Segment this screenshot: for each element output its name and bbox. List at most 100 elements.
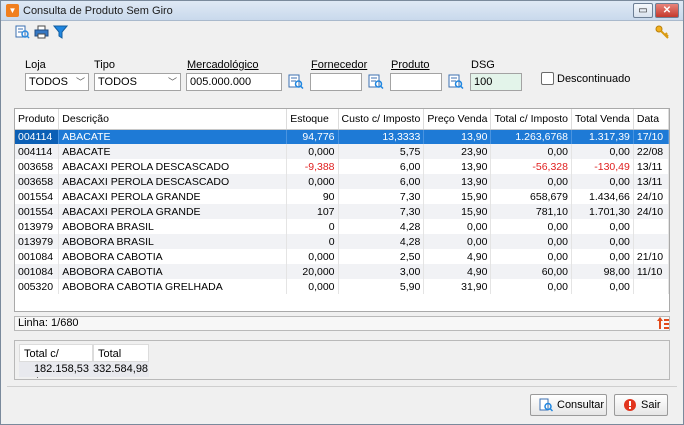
table-cell: 17/10: [633, 129, 669, 144]
loja-label: Loja: [25, 59, 46, 71]
table-row[interactable]: 001554 ABACAXI PEROLA GRANDE 107 7,30 15,90 7…: [15, 204, 669, 219]
print-icon[interactable]: [34, 25, 49, 39]
table-cell: 0,00: [423, 234, 492, 249]
table-cell: [633, 219, 669, 234]
table-cell: 6,00: [338, 174, 425, 189]
key-icon[interactable]: [655, 25, 669, 39]
table-cell: 5,90: [338, 279, 425, 294]
table-row[interactable]: 004114 ABACATE 0,000 5,75 23,90 0,00 0,00 22/08: [15, 144, 669, 159]
table-cell: 0,00: [571, 249, 634, 264]
table-cell: 0,000: [286, 144, 339, 159]
report-search-icon[interactable]: [15, 25, 30, 39]
descontinuado-label: Descontinuado: [557, 73, 631, 85]
sair-label: Sair: [641, 399, 661, 411]
table-cell: 781,10: [490, 204, 572, 219]
table-cell: 0,000: [286, 174, 339, 189]
fornecedor-search-icon[interactable]: [368, 74, 384, 90]
table-cell: 1.701,30: [571, 204, 634, 219]
table-row[interactable]: 003658 ABACAXI PEROLA DESCASCADO 0,000 6,00…: [15, 174, 669, 189]
exit-icon: [624, 399, 636, 411]
table-row[interactable]: 013979 ABOBORA BRASIL 0 4,28 0,00 0,00 0,00: [15, 234, 669, 249]
table-cell: 98,00: [571, 264, 634, 279]
table-cell: ABOBORA BRASIL: [58, 219, 288, 234]
close-button[interactable]: ✕: [655, 3, 679, 18]
table-cell: -130,49: [571, 159, 634, 174]
filter-icon[interactable]: [53, 25, 68, 39]
fornecedor-input[interactable]: [310, 73, 362, 91]
table-row[interactable]: 001084 ABOBORA CABOTIA 20,000 3,00 4,90 60,00…: [15, 264, 669, 279]
consultar-button[interactable]: Consultar: [530, 394, 607, 416]
table-cell: [633, 279, 669, 294]
column-header[interactable]: Estoque: [286, 109, 339, 130]
descontinuado-checkbox[interactable]: [541, 72, 554, 85]
column-header[interactable]: Data: [633, 109, 669, 130]
tipo-select[interactable]: TODOS ﹀: [94, 73, 181, 91]
dsg-input[interactable]: 100: [470, 73, 522, 91]
table-cell: 20,000: [286, 264, 339, 279]
table-cell: -56,328: [490, 159, 572, 174]
mercadologico-label[interactable]: Mercadológico: [187, 59, 259, 71]
column-header[interactable]: Preço Venda: [423, 109, 492, 130]
table-cell: ABOBORA BRASIL: [58, 234, 288, 249]
table-row[interactable]: 005320 ABOBORA CABOTIA GRELHADA 0,000 5,90 3…: [15, 279, 669, 294]
table-cell: ABACATE: [58, 144, 288, 159]
table-cell: 2,50: [338, 249, 425, 264]
table-cell: 90: [286, 189, 339, 204]
main-window: ▼ Consulta de Produto Sem Giro ▭ ✕ Loja …: [0, 0, 684, 425]
produto-label[interactable]: Produto: [391, 59, 430, 71]
table-cell: 001554: [15, 204, 60, 219]
sort-icon[interactable]: [656, 316, 670, 330]
totals-panel: Total c/ Imposto Total Venda 182.158,53 …: [14, 340, 670, 380]
table-cell: 4,90: [423, 264, 492, 279]
sair-button[interactable]: Sair: [614, 394, 668, 416]
mercadologico-input[interactable]: 005.000.000: [186, 73, 282, 91]
table-cell: 0,00: [490, 249, 572, 264]
table-cell: 3,00: [338, 264, 425, 279]
table-cell: 13/11: [633, 159, 669, 174]
produto-input[interactable]: [390, 73, 442, 91]
column-header[interactable]: Total c/ Imposto: [490, 109, 572, 130]
total-imposto-header: Total c/ Imposto: [19, 344, 93, 378]
fornecedor-label[interactable]: Fornecedor: [311, 59, 367, 71]
table-cell: 7,30: [338, 189, 425, 204]
products-grid[interactable]: Produto Descrição Estoque Custo c/ Imposto P…: [14, 108, 670, 312]
produto-search-icon[interactable]: [448, 74, 464, 90]
table-cell: 004114: [15, 129, 60, 144]
table-cell: 1.434,66: [571, 189, 634, 204]
table-cell: 0,00: [423, 219, 492, 234]
products-table: Produto Descrição Estoque Custo c/ Imposto P…: [15, 109, 669, 294]
mercadologico-search-icon[interactable]: [288, 74, 304, 90]
table-cell: 003658: [15, 159, 60, 174]
table-cell: 24/10: [633, 189, 669, 204]
column-header[interactable]: Produto: [15, 109, 60, 130]
table-cell: 005320: [15, 279, 60, 294]
column-header[interactable]: Total Venda: [571, 109, 634, 130]
table-cell: 658,679: [490, 189, 572, 204]
table-row[interactable]: 001084 ABOBORA CABOTIA 0,000 2,50 4,90 0,00 0,…: [15, 249, 669, 264]
total-venda-value: 332.584,98: [93, 362, 149, 377]
table-cell: 013979: [15, 234, 60, 249]
table-row[interactable]: 013979 ABOBORA BRASIL 0 4,28 0,00 0,00 0,00: [15, 219, 669, 234]
table-cell: 001554: [15, 189, 60, 204]
table-cell: 4,90: [423, 249, 492, 264]
table-cell: 11/10: [633, 264, 669, 279]
table-row[interactable]: 003658 ABACAXI PEROLA DESCASCADO -9,388 6,0…: [15, 159, 669, 174]
consultar-label: Consultar: [557, 399, 605, 411]
table-cell: 004114: [15, 144, 60, 159]
table-cell: 013979: [15, 219, 60, 234]
table-row[interactable]: 001554 ABACAXI PEROLA GRANDE 90 7,30 15,90 65…: [15, 189, 669, 204]
table-cell: 1.317,39: [571, 129, 634, 144]
table-cell: 0: [286, 234, 339, 249]
tipo-value: TODOS: [98, 76, 137, 88]
loja-select[interactable]: TODOS ﹀: [25, 73, 89, 91]
app-menu-icon[interactable]: ▼: [6, 4, 19, 17]
table-row[interactable]: 004114 ABACATE 94,776 13,3333 13,90 1.263,676…: [15, 129, 669, 144]
column-header[interactable]: Custo c/ Imposto: [338, 109, 425, 130]
column-header[interactable]: Descrição: [58, 109, 288, 130]
table-cell: 13,90: [423, 174, 492, 189]
restore-button[interactable]: ▭: [633, 3, 653, 18]
chevron-down-icon: ﹀: [167, 77, 177, 87]
table-cell: 60,00: [490, 264, 572, 279]
table-cell: 003658: [15, 174, 60, 189]
total-venda-header: Total Venda: [93, 344, 149, 378]
